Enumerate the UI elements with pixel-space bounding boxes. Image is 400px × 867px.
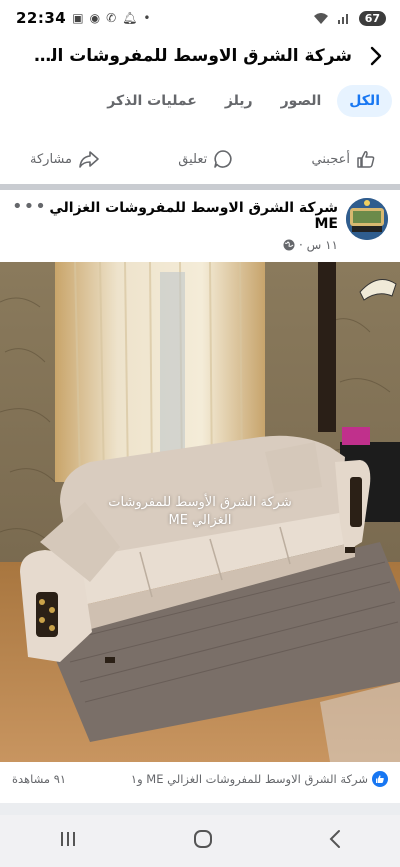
post-photo[interactable]: شركة الشرق الأوسط للمفروشات الغزالي ME	[0, 262, 400, 762]
comment-icon	[214, 150, 232, 168]
chevron-right-icon	[370, 46, 382, 66]
like-reaction-icon	[372, 771, 388, 787]
reactions-text: شركة الشرق الاوسط للمفروشات الغزالي ME و…	[130, 772, 368, 786]
wifi-icon	[313, 13, 328, 24]
tab-reels[interactable]: ريلز	[213, 85, 265, 117]
share-icon	[79, 151, 99, 168]
section-divider	[0, 184, 400, 190]
post-header: شركة الشرق الاوسط للمفروشات الغزالي ME ١…	[0, 194, 400, 254]
image-notification-icon: ▣	[72, 11, 84, 25]
thumbs-up-icon	[357, 151, 375, 168]
battery-indicator: 67	[358, 10, 386, 26]
views-count[interactable]: ٩١ مشاهدة	[12, 772, 66, 786]
recent-apps-icon	[60, 832, 75, 846]
next-section-peek	[0, 803, 400, 815]
like-button[interactable]: أعجبني	[312, 149, 376, 169]
watermark-line-1: شركة الشرق الأوسط للمفروشات	[108, 495, 292, 510]
post-actions-bar: أعجبني تعليق مشاركة	[0, 140, 400, 178]
post-page-name[interactable]: شركة الشرق الاوسط للمفروشات الغزالي ME	[47, 200, 338, 232]
photo-watermark: شركة الشرق الأوسط للمفروشات الغزالي ME	[100, 494, 300, 530]
system-back-button[interactable]	[328, 829, 342, 853]
whatsapp-notification-icon: ✆	[106, 11, 117, 25]
post-time-row: ١١ س ·	[47, 238, 338, 252]
signal-icon	[337, 14, 348, 24]
avatar-image	[346, 198, 388, 240]
status-left: 22:34 ▣ ◉ ✆ 🔔︎ •	[16, 9, 150, 27]
back-button[interactable]	[362, 42, 390, 70]
messenger-notification-icon: ◉	[89, 11, 101, 25]
system-nav-bar	[0, 815, 400, 867]
share-button[interactable]: مشاركة	[30, 149, 100, 169]
tab-mentions[interactable]: عمليات الذكر	[95, 85, 209, 117]
reactions-row: شركة الشرق الاوسط للمفروشات الغزالي ME و…	[0, 768, 400, 790]
home-icon	[193, 830, 212, 848]
status-time: 22:34	[16, 9, 67, 27]
recent-apps-button[interactable]	[58, 830, 78, 852]
post-meta: شركة الشرق الاوسط للمفروشات الغزالي ME ١…	[47, 194, 338, 252]
share-label: مشاركة	[30, 151, 72, 167]
status-bar: 22:34 ▣ ◉ ✆ 🔔︎ • 67	[0, 0, 400, 36]
comment-label: تعليق	[178, 151, 208, 167]
watermark-line-2: الغزالي ME	[168, 513, 232, 528]
page-avatar[interactable]	[346, 198, 388, 240]
globe-icon	[283, 239, 295, 251]
tab-all[interactable]: الكل	[337, 85, 392, 117]
comment-button[interactable]: تعليق	[178, 149, 233, 169]
filter-tabs: الكل الصور ريلز عمليات الذكر	[0, 80, 400, 122]
bell-icon: 🔔︎	[122, 11, 138, 25]
status-right: 67	[313, 10, 386, 26]
chevron-left-icon	[329, 830, 341, 848]
page-title: شركة الشرق الاوسط للمفروشات الغ...	[32, 46, 352, 66]
tab-photos[interactable]: الصور	[269, 85, 334, 117]
like-label: أعجبني	[311, 151, 350, 167]
page-header: شركة الشرق الاوسط للمفروشات الغ...	[0, 36, 400, 76]
dot-icon: •	[143, 11, 151, 25]
post-time: ١١ س ·	[299, 238, 338, 252]
home-button[interactable]	[193, 829, 213, 853]
reactions-summary[interactable]: شركة الشرق الاوسط للمفروشات الغزالي ME و…	[131, 771, 388, 787]
more-options-button[interactable]: •••	[12, 196, 47, 217]
